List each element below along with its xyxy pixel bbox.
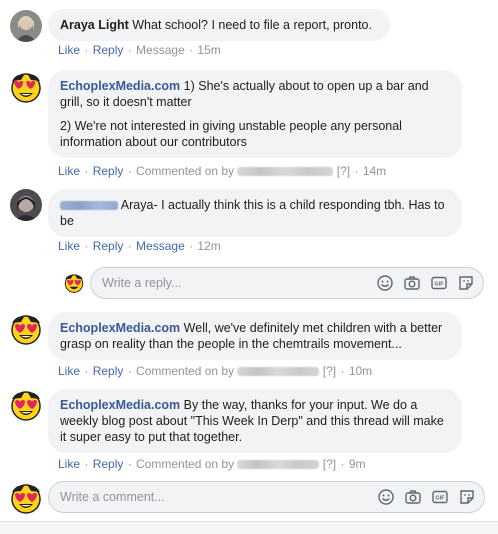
comment-bubble: Araya Light What school? I need to file … bbox=[48, 9, 390, 41]
like-link[interactable]: Like bbox=[58, 364, 80, 378]
comment-actions: Like · Reply · Message · 12m bbox=[58, 239, 221, 253]
info-tag[interactable]: [?] bbox=[323, 364, 336, 378]
comment-author[interactable]: EchoplexMedia.com bbox=[60, 321, 180, 335]
footer-divider bbox=[0, 521, 498, 534]
current-user-avatar bbox=[64, 273, 84, 293]
comment-author[interactable]: Araya Light bbox=[60, 18, 129, 32]
like-link[interactable]: Like bbox=[58, 164, 80, 178]
comment-text: What school? I need to file a report, pr… bbox=[132, 18, 372, 32]
avatar-hidden-user[interactable] bbox=[10, 189, 42, 221]
heart-eyes-emoji-icon bbox=[11, 391, 41, 421]
reply-link[interactable]: Reply bbox=[93, 164, 124, 178]
comment-placeholder: Write a comment... bbox=[60, 490, 165, 504]
info-tag[interactable]: [?] bbox=[337, 164, 350, 178]
gif-icon[interactable]: GIF bbox=[431, 488, 449, 506]
current-user-avatar bbox=[10, 482, 42, 514]
reply-link[interactable]: Reply bbox=[93, 457, 124, 471]
heart-eyes-emoji-icon bbox=[11, 73, 41, 103]
info-tag[interactable]: [?] bbox=[323, 457, 336, 471]
reply-placeholder: Write a reply... bbox=[102, 276, 182, 290]
commented-on-label: Commented on by bbox=[136, 364, 235, 378]
avatar-echoplex[interactable] bbox=[10, 313, 42, 345]
like-link[interactable]: Like bbox=[58, 457, 80, 471]
comment-bubble: EchoplexMedia.com 1) She's actually abou… bbox=[48, 70, 462, 158]
svg-text:GIF: GIF bbox=[435, 496, 445, 502]
timestamp[interactable]: 14m bbox=[363, 164, 386, 178]
svg-text:GIF: GIF bbox=[434, 282, 444, 288]
comment-actions: Like · Reply · Commented on by [?] · 9m bbox=[58, 457, 366, 471]
like-link[interactable]: Like bbox=[58, 239, 80, 253]
comment-input[interactable]: Write a comment... GIF bbox=[48, 481, 485, 513]
comment-text-2: 2) We're not interested in giving unstab… bbox=[60, 119, 402, 149]
camera-icon[interactable] bbox=[403, 274, 421, 292]
redacted-name bbox=[237, 167, 334, 177]
comment-actions: Like · Reply · Commented on by [?] · 14m bbox=[58, 164, 387, 178]
timestamp[interactable]: 12m bbox=[197, 239, 220, 253]
heart-eyes-emoji-icon bbox=[11, 484, 41, 514]
timestamp[interactable]: 9m bbox=[349, 457, 366, 471]
redacted-author-name[interactable] bbox=[60, 201, 118, 211]
heart-eyes-emoji-icon bbox=[64, 274, 84, 293]
comment-bubble: Araya- I actually think this is a child … bbox=[48, 189, 462, 237]
avatar-echoplex[interactable] bbox=[10, 389, 42, 421]
message-link[interactable]: Message bbox=[136, 43, 185, 57]
reply-input[interactable]: Write a reply... GIF bbox=[90, 267, 484, 299]
comment-bubble: EchoplexMedia.com Well, we've definitely… bbox=[48, 312, 462, 360]
comment-actions: Like · Reply · Message · 15m bbox=[58, 43, 221, 57]
sticker-icon[interactable] bbox=[458, 488, 476, 506]
camera-icon[interactable] bbox=[404, 488, 422, 506]
comment-bubble: EchoplexMedia.com By the way, thanks for… bbox=[48, 389, 462, 453]
commented-on-label: Commented on by bbox=[136, 457, 235, 471]
redacted-name bbox=[237, 460, 320, 470]
emoji-icon[interactable] bbox=[376, 274, 394, 292]
like-link[interactable]: Like bbox=[58, 43, 80, 57]
timestamp[interactable]: 10m bbox=[349, 364, 372, 378]
reply-link[interactable]: Reply bbox=[93, 364, 124, 378]
comment-author[interactable]: EchoplexMedia.com bbox=[60, 398, 180, 412]
redacted-name bbox=[237, 367, 320, 377]
comment-author[interactable]: EchoplexMedia.com bbox=[60, 79, 180, 93]
gif-icon[interactable]: GIF bbox=[430, 274, 448, 292]
sticker-icon[interactable] bbox=[457, 274, 475, 292]
reply-link[interactable]: Reply bbox=[93, 239, 124, 253]
message-link[interactable]: Message bbox=[136, 239, 185, 253]
comment-actions: Like · Reply · Commented on by [?] · 10m bbox=[58, 364, 373, 378]
avatar-araya[interactable] bbox=[10, 10, 42, 42]
avatar-echoplex[interactable] bbox=[10, 71, 42, 103]
emoji-icon[interactable] bbox=[377, 488, 395, 506]
commented-on-label: Commented on by bbox=[136, 164, 235, 178]
timestamp[interactable]: 15m bbox=[197, 43, 220, 57]
reply-link[interactable]: Reply bbox=[93, 43, 124, 57]
heart-eyes-emoji-icon bbox=[11, 315, 41, 345]
